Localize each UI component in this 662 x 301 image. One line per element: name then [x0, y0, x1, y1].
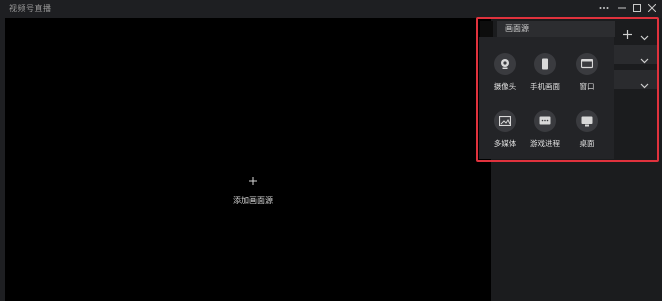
maximize-icon[interactable]: [630, 1, 644, 15]
app-title: 视频号直播: [9, 4, 52, 13]
close-icon[interactable]: [645, 1, 659, 15]
highlight-box: [476, 17, 659, 162]
add-source-plus-icon[interactable]: [245, 174, 261, 188]
title-bar: 视频号直播: [0, 0, 662, 17]
preview-canvas[interactable]: 添加画面源: [5, 18, 491, 301]
add-source-label[interactable]: 添加画面源: [218, 195, 288, 206]
more-icon[interactable]: [597, 1, 611, 15]
minimize-icon[interactable]: [615, 1, 629, 15]
